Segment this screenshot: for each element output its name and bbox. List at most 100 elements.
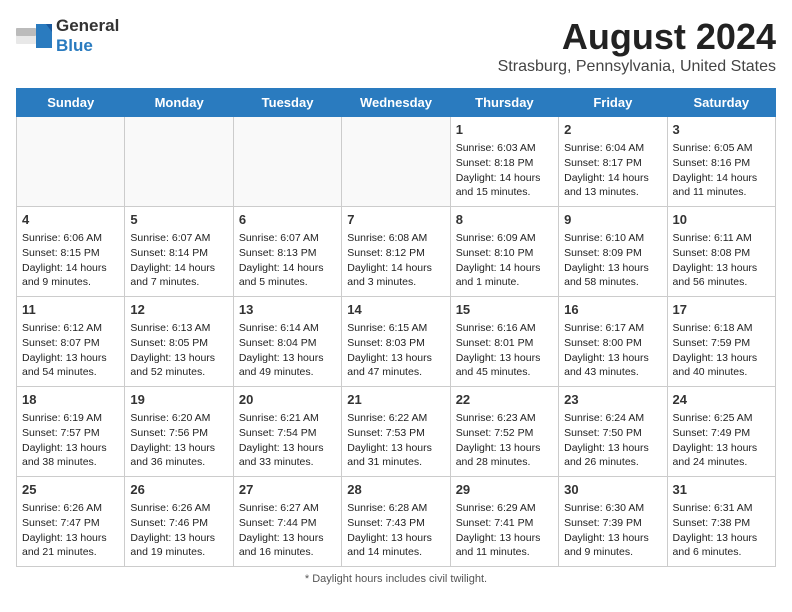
day-info: Sunrise: 6:19 AM Sunset: 7:57 PM Dayligh… (22, 411, 119, 470)
day-info: Sunrise: 6:14 AM Sunset: 8:04 PM Dayligh… (239, 321, 336, 380)
day-number: 1 (456, 121, 553, 139)
calendar-header-row: SundayMondayTuesdayWednesdayThursdayFrid… (17, 89, 776, 117)
calendar-week-row: 1 Sunrise: 6:03 AM Sunset: 8:18 PM Daylig… (17, 117, 776, 207)
day-number: 10 (673, 211, 770, 229)
day-info: Sunrise: 6:26 AM Sunset: 7:47 PM Dayligh… (22, 501, 119, 560)
day-info: Sunrise: 6:22 AM Sunset: 7:53 PM Dayligh… (347, 411, 444, 470)
month-year: August 2024 (498, 16, 776, 58)
calendar-day-cell (342, 117, 450, 207)
calendar-day-cell: 9 Sunrise: 6:10 AM Sunset: 8:09 PM Daylig… (559, 207, 667, 297)
day-info: Sunrise: 6:06 AM Sunset: 8:15 PM Dayligh… (22, 231, 119, 290)
logo-icon (16, 24, 52, 48)
day-info: Sunrise: 6:12 AM Sunset: 8:07 PM Dayligh… (22, 321, 119, 380)
calendar-day-cell: 16 Sunrise: 6:17 AM Sunset: 8:00 PM Dayli… (559, 297, 667, 387)
calendar-day-cell: 13 Sunrise: 6:14 AM Sunset: 8:04 PM Dayli… (233, 297, 341, 387)
daylight-note: * Daylight hours includes civil twilight… (16, 573, 776, 585)
day-info: Sunrise: 6:17 AM Sunset: 8:00 PM Dayligh… (564, 321, 661, 380)
day-info: Sunrise: 6:25 AM Sunset: 7:49 PM Dayligh… (673, 411, 770, 470)
day-info: Sunrise: 6:29 AM Sunset: 7:41 PM Dayligh… (456, 501, 553, 560)
calendar-week-row: 11 Sunrise: 6:12 AM Sunset: 8:07 PM Dayli… (17, 297, 776, 387)
calendar-day-cell (17, 117, 125, 207)
calendar-day-header: Friday (559, 89, 667, 117)
day-number: 3 (673, 121, 770, 139)
day-info: Sunrise: 6:07 AM Sunset: 8:14 PM Dayligh… (130, 231, 227, 290)
calendar-day-cell: 22 Sunrise: 6:23 AM Sunset: 7:52 PM Dayli… (450, 387, 558, 477)
day-number: 2 (564, 121, 661, 139)
day-number: 15 (456, 301, 553, 319)
calendar-day-cell: 30 Sunrise: 6:30 AM Sunset: 7:39 PM Dayli… (559, 477, 667, 567)
day-number: 19 (130, 391, 227, 409)
logo-general-text: General (56, 16, 119, 35)
calendar-day-header: Tuesday (233, 89, 341, 117)
day-info: Sunrise: 6:30 AM Sunset: 7:39 PM Dayligh… (564, 501, 661, 560)
day-info: Sunrise: 6:08 AM Sunset: 8:12 PM Dayligh… (347, 231, 444, 290)
day-number: 7 (347, 211, 444, 229)
calendar-day-cell: 29 Sunrise: 6:29 AM Sunset: 7:41 PM Dayli… (450, 477, 558, 567)
logo: General Blue (16, 16, 119, 56)
day-info: Sunrise: 6:09 AM Sunset: 8:10 PM Dayligh… (456, 231, 553, 290)
calendar-day-header: Thursday (450, 89, 558, 117)
day-info: Sunrise: 6:07 AM Sunset: 8:13 PM Dayligh… (239, 231, 336, 290)
calendar-day-cell (125, 117, 233, 207)
calendar-day-cell: 7 Sunrise: 6:08 AM Sunset: 8:12 PM Daylig… (342, 207, 450, 297)
calendar-day-cell: 8 Sunrise: 6:09 AM Sunset: 8:10 PM Daylig… (450, 207, 558, 297)
day-info: Sunrise: 6:24 AM Sunset: 7:50 PM Dayligh… (564, 411, 661, 470)
logo-blue-text: Blue (56, 36, 93, 55)
calendar-week-row: 4 Sunrise: 6:06 AM Sunset: 8:15 PM Daylig… (17, 207, 776, 297)
day-number: 31 (673, 481, 770, 499)
calendar: SundayMondayTuesdayWednesdayThursdayFrid… (16, 88, 776, 567)
day-number: 25 (22, 481, 119, 499)
day-number: 8 (456, 211, 553, 229)
day-number: 23 (564, 391, 661, 409)
day-info: Sunrise: 6:13 AM Sunset: 8:05 PM Dayligh… (130, 321, 227, 380)
day-info: Sunrise: 6:28 AM Sunset: 7:43 PM Dayligh… (347, 501, 444, 560)
day-info: Sunrise: 6:11 AM Sunset: 8:08 PM Dayligh… (673, 231, 770, 290)
calendar-day-cell: 28Sunrise: 6:28 AM Sunset: 7:43 PM Dayli… (342, 477, 450, 567)
day-number: 5 (130, 211, 227, 229)
header: General Blue August 2024 Strasburg, Penn… (16, 16, 776, 76)
calendar-day-cell: 12 Sunrise: 6:13 AM Sunset: 8:05 PM Dayli… (125, 297, 233, 387)
day-info: Sunrise: 6:18 AM Sunset: 7:59 PM Dayligh… (673, 321, 770, 380)
calendar-week-row: 25 Sunrise: 6:26 AM Sunset: 7:47 PM Dayli… (17, 477, 776, 567)
calendar-day-cell: 23 Sunrise: 6:24 AM Sunset: 7:50 PM Dayli… (559, 387, 667, 477)
day-info: Sunrise: 6:15 AM Sunset: 8:03 PM Dayligh… (347, 321, 444, 380)
calendar-day-cell: 25 Sunrise: 6:26 AM Sunset: 7:47 PM Dayli… (17, 477, 125, 567)
day-number: 9 (564, 211, 661, 229)
calendar-day-cell: 19Sunrise: 6:20 AM Sunset: 7:56 PM Dayli… (125, 387, 233, 477)
day-number: 22 (456, 391, 553, 409)
calendar-day-cell: 14Sunrise: 6:15 AM Sunset: 8:03 PM Dayli… (342, 297, 450, 387)
calendar-day-cell: 21Sunrise: 6:22 AM Sunset: 7:53 PM Dayli… (342, 387, 450, 477)
day-number: 12 (130, 301, 227, 319)
day-number: 16 (564, 301, 661, 319)
calendar-week-row: 18 Sunrise: 6:19 AM Sunset: 7:57 PM Dayli… (17, 387, 776, 477)
day-number: 4 (22, 211, 119, 229)
day-info: Sunrise: 6:26 AM Sunset: 7:46 PM Dayligh… (130, 501, 227, 560)
day-number: 29 (456, 481, 553, 499)
calendar-day-cell: 24 Sunrise: 6:25 AM Sunset: 7:49 PM Dayli… (667, 387, 775, 477)
calendar-day-header: Saturday (667, 89, 775, 117)
calendar-day-cell: 2Sunrise: 6:04 AM Sunset: 8:17 PM Daylig… (559, 117, 667, 207)
calendar-day-cell: 18 Sunrise: 6:19 AM Sunset: 7:57 PM Dayli… (17, 387, 125, 477)
calendar-day-cell: 15 Sunrise: 6:16 AM Sunset: 8:01 PM Dayli… (450, 297, 558, 387)
day-number: 30 (564, 481, 661, 499)
day-info: Sunrise: 6:21 AM Sunset: 7:54 PM Dayligh… (239, 411, 336, 470)
calendar-day-cell: 4 Sunrise: 6:06 AM Sunset: 8:15 PM Daylig… (17, 207, 125, 297)
location: Strasburg, Pennsylvania, United States (498, 58, 776, 76)
calendar-day-cell: 17 Sunrise: 6:18 AM Sunset: 7:59 PM Dayli… (667, 297, 775, 387)
calendar-day-cell: 5 Sunrise: 6:07 AM Sunset: 8:14 PM Daylig… (125, 207, 233, 297)
day-number: 6 (239, 211, 336, 229)
day-number: 24 (673, 391, 770, 409)
day-number: 18 (22, 391, 119, 409)
calendar-day-cell: 11 Sunrise: 6:12 AM Sunset: 8:07 PM Dayli… (17, 297, 125, 387)
day-number: 11 (22, 301, 119, 319)
day-info: Sunrise: 6:05 AM Sunset: 8:16 PM Dayligh… (673, 141, 770, 200)
day-info: Sunrise: 6:03 AM Sunset: 8:18 PM Dayligh… (456, 141, 553, 200)
day-number: 17 (673, 301, 770, 319)
day-info: Sunrise: 6:10 AM Sunset: 8:09 PM Dayligh… (564, 231, 661, 290)
day-info: Sunrise: 6:16 AM Sunset: 8:01 PM Dayligh… (456, 321, 553, 380)
day-number: 13 (239, 301, 336, 319)
day-info: Sunrise: 6:23 AM Sunset: 7:52 PM Dayligh… (456, 411, 553, 470)
day-number: 20 (239, 391, 336, 409)
day-info: Sunrise: 6:31 AM Sunset: 7:38 PM Dayligh… (673, 501, 770, 560)
day-number: 26 (130, 481, 227, 499)
